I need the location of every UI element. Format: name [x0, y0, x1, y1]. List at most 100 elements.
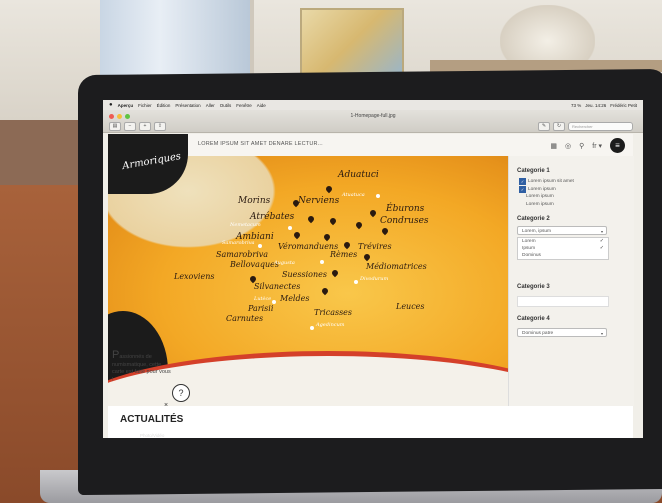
city-dot[interactable]: [320, 260, 324, 264]
tribe-label[interactable]: Trévires: [358, 242, 392, 251]
chevron-down-icon: ▾: [600, 229, 603, 234]
help-button[interactable]: ?: [172, 384, 190, 402]
city-dot[interactable]: [288, 226, 292, 230]
statue: [500, 5, 595, 65]
tribe-label[interactable]: Médiomatrices: [366, 262, 427, 271]
tribe-label[interactable]: Meldes: [280, 294, 309, 303]
category-1-option[interactable]: Lorem ipsum: [519, 202, 554, 207]
tribe-label[interactable]: Silvanectes: [254, 282, 300, 291]
intro-text: Passionnés de numismatique, cette carte …: [112, 349, 171, 383]
markup-button[interactable]: ✎: [538, 122, 550, 131]
city-dot[interactable]: [310, 326, 314, 330]
tribe-label[interactable]: Lexoviens: [174, 272, 214, 281]
menu-item-go[interactable]: Aller: [206, 103, 215, 108]
share-button[interactable]: ⇪: [154, 122, 166, 131]
map-pin-icon[interactable]: [362, 252, 372, 262]
category-3-field[interactable]: [517, 296, 609, 307]
zoom-out-button[interactable]: −: [124, 122, 136, 131]
zoom-in-button[interactable]: +: [139, 122, 151, 131]
category-2-heading: Categorie 2: [517, 216, 550, 222]
city-dot[interactable]: [376, 194, 380, 198]
tribe-label[interactable]: Bellovaques: [230, 260, 279, 269]
category-1-option[interactable]: ✓ Lorem ipsum sit amet: [519, 178, 574, 185]
sidebar-toggle-button[interactable]: ▤: [109, 122, 121, 131]
map-pin-icon[interactable]: [306, 214, 316, 224]
battery-status[interactable]: 73 %: [571, 103, 581, 108]
tribe-label[interactable]: Leuces: [396, 302, 425, 311]
tribe-label[interactable]: Suessiones: [282, 270, 327, 279]
headline-ticker[interactable]: LOREM IPSUM SIT AMET DENARE LECTUR...: [198, 141, 323, 147]
menu-item-tools[interactable]: Outils: [220, 103, 232, 108]
rotate-button[interactable]: ↻: [553, 122, 565, 131]
city-label[interactable]: Nemetacum: [230, 222, 261, 228]
map-pin-icon[interactable]: [342, 240, 352, 250]
filter-sidebar: Categorie 1 ✓ Lorem ipsum sit amet ✓ Lorem…: [508, 156, 634, 406]
city-dot[interactable]: [354, 280, 358, 284]
hamburger-menu-button[interactable]: ≡: [610, 138, 625, 153]
city-dot[interactable]: [258, 244, 262, 248]
menu-item-edit[interactable]: Édition: [157, 103, 171, 108]
map-pin-icon[interactable]: [354, 220, 364, 230]
search-input[interactable]: Rechercher: [568, 122, 633, 131]
preview-window-toolbar: 1-Homepage-full.jpg ▤ − + ⇪ ✎ ↻ Recherch…: [103, 110, 643, 133]
clock[interactable]: Jeu. 14:26: [585, 103, 606, 108]
dropdown-option[interactable]: Ipsum ✓: [518, 245, 608, 252]
map-pin-icon[interactable]: [328, 216, 338, 226]
tribe-label[interactable]: Nerviens: [298, 196, 339, 206]
category-1-heading: Categorie 1: [517, 168, 550, 174]
tribe-label[interactable]: Aduatuci: [338, 170, 379, 180]
tribe-label[interactable]: Condruses: [380, 216, 429, 226]
logo-text: Armoriques: [121, 150, 182, 173]
category-4-heading: Categorie 4: [517, 316, 550, 322]
dropdown-option[interactable]: Lorem ✓: [518, 238, 608, 245]
category-2-dropdown: Lorem ✓ Ipsum ✓ Dominus: [517, 237, 609, 260]
tribe-label[interactable]: Atrébates: [250, 212, 294, 222]
category-1-option[interactable]: Lorem ipsum: [519, 194, 554, 199]
city-dot[interactable]: [272, 300, 276, 304]
document-title: 1-Homepage-full.jpg: [350, 113, 396, 119]
tribe-label[interactable]: Samarobriva: [216, 250, 268, 259]
city-label[interactable]: Samarobriva: [222, 240, 255, 246]
tribe-label[interactable]: Morins: [238, 196, 270, 206]
menu-item-file[interactable]: Fichier: [138, 103, 152, 108]
gaul-tribes-map[interactable]: Aduatuci Morins Nerviens Éburons Atrébat…: [108, 156, 508, 406]
menu-item-window[interactable]: Fenêtre: [236, 103, 252, 108]
map-pin-icon[interactable]: [320, 286, 330, 296]
close-intro-button[interactable]: ×: [164, 402, 168, 406]
city-label[interactable]: Lutèce: [254, 296, 271, 302]
city-label[interactable]: Atuatuca: [342, 192, 365, 198]
map-pin-icon[interactable]: [368, 208, 378, 218]
map-pin-icon[interactable]: [380, 226, 390, 236]
print-icon[interactable]: ▦: [550, 142, 557, 150]
tribe-label[interactable]: Rèmes: [330, 250, 357, 259]
apple-icon[interactable]: ●: [109, 102, 113, 108]
tribe-label[interactable]: Carnutes: [226, 314, 263, 323]
dropdown-option[interactable]: Dominus: [518, 252, 608, 259]
location-icon[interactable]: ◎: [565, 142, 571, 150]
dock-label: Photo/Vidéo: [140, 433, 165, 438]
menu-item-app[interactable]: Aperçu: [118, 103, 134, 108]
menu-item-view[interactable]: Présentation: [175, 103, 200, 108]
news-heading: ACTUALITÉS: [120, 414, 184, 425]
check-icon: ✓: [599, 238, 604, 244]
tribe-label[interactable]: Tricasses: [314, 308, 352, 317]
category-2-select[interactable]: Lorem, ipsum ▾: [517, 226, 607, 235]
category-3-heading: Categorie 3: [517, 284, 550, 290]
category-1-option[interactable]: ✓ Lorem ipsum: [519, 186, 556, 193]
map-pin-icon[interactable]: [324, 184, 334, 194]
tribe-label[interactable]: Éburons: [386, 204, 424, 214]
category-4-select[interactable]: Dominus patre ▾: [517, 328, 607, 337]
tribe-label[interactable]: Parisii: [248, 304, 273, 313]
map-pin-icon[interactable]: [322, 232, 332, 242]
website-page: LOREM IPSUM SIT AMET DENARE LECTUR... ▦ …: [108, 134, 634, 438]
search-icon[interactable]: ⚲: [579, 142, 584, 150]
user-name[interactable]: Frédéric Petit: [610, 103, 637, 108]
window-curtain: [100, 0, 254, 75]
city-label[interactable]: Divodurum: [360, 276, 388, 282]
city-label[interactable]: Augusta: [274, 260, 295, 266]
language-selector[interactable]: fr ▾: [592, 142, 602, 150]
map-pin-icon[interactable]: [330, 268, 340, 278]
map-pin-icon[interactable]: [292, 230, 302, 240]
city-label[interactable]: Agedincum: [316, 322, 345, 328]
menu-item-help[interactable]: Aide: [257, 103, 266, 108]
